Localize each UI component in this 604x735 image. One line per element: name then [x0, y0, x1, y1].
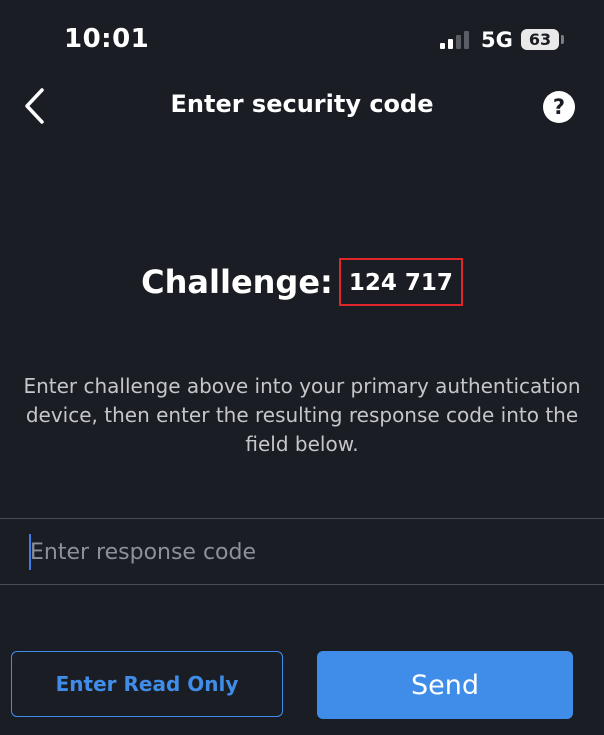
send-button[interactable]: Send	[317, 651, 573, 719]
status-time: 10:01	[64, 24, 150, 54]
page-title: Enter security code	[170, 90, 434, 118]
battery-nub	[561, 35, 564, 44]
help-icon[interactable]: ?	[543, 91, 575, 123]
network-type: 5G	[481, 28, 513, 52]
status-bar: 10:01 5G 63	[0, 0, 604, 80]
input-divider-bottom	[0, 584, 604, 585]
battery-icon: 63	[521, 29, 559, 50]
response-code-input[interactable]	[30, 530, 570, 574]
challenge: Challenge: 124 717	[0, 258, 604, 306]
challenge-code: 124 717	[338, 258, 463, 306]
cellular-signal-icon	[440, 31, 474, 49]
enter-read-only-button[interactable]: Enter Read Only	[11, 651, 283, 717]
instructions-text: Enter challenge above into your primary …	[23, 374, 581, 456]
input-divider-top	[0, 518, 604, 519]
battery-level: 63	[528, 30, 552, 49]
challenge-label: Challenge:	[141, 263, 333, 301]
